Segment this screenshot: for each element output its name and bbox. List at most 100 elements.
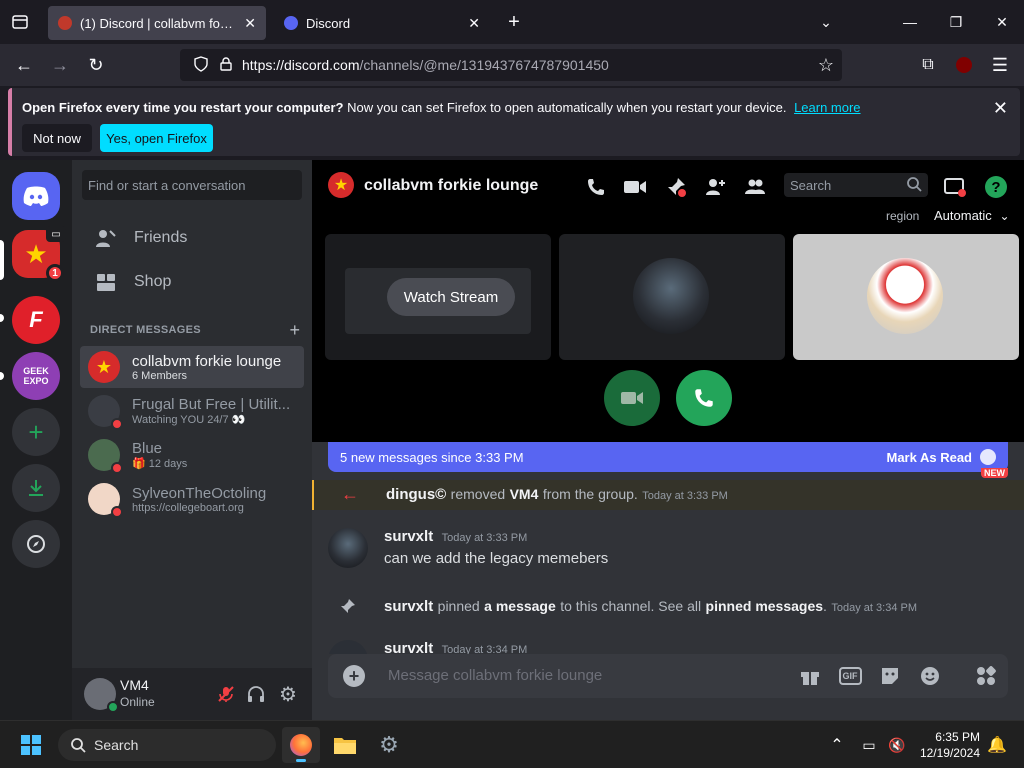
- tab-discord[interactable]: Discord ✕: [274, 6, 490, 40]
- dm-item-collabvm-forkie-lounge[interactable]: ★ collabvm forkie lounge 6 Members: [80, 346, 304, 388]
- find-conversation-input[interactable]: Find or start a conversation: [82, 170, 302, 200]
- tab-discord-lounge[interactable]: (1) Discord | collabvm forkie lounge ✕: [48, 6, 266, 40]
- participant-tile[interactable]: [559, 234, 785, 360]
- sticker-icon[interactable]: [878, 664, 902, 688]
- dm-subtitle: 6 Members: [132, 369, 188, 382]
- toggle-camera-button[interactable]: [604, 370, 660, 426]
- server-logo-icon: F: [29, 307, 43, 332]
- help-icon[interactable]: ?: [983, 174, 1009, 200]
- maximize-icon[interactable]: ❐: [944, 10, 968, 34]
- url-bar[interactable]: https://discord.com/channels/@me/1319437…: [180, 49, 842, 81]
- close-tab-icon[interactable]: ✕: [244, 15, 256, 32]
- avatar[interactable]: [328, 528, 368, 568]
- avatar[interactable]: [84, 678, 119, 713]
- learn-more-link[interactable]: Learn more: [794, 100, 860, 115]
- volume-muted-icon[interactable]: 🔇: [884, 727, 910, 763]
- search-input[interactable]: Search: [784, 173, 928, 197]
- discord-home-button[interactable]: [12, 172, 60, 220]
- voice-call-icon[interactable]: [583, 174, 609, 200]
- menu-icon[interactable]: ☰: [988, 53, 1012, 77]
- message-composer[interactable]: + Message collabvm forkie lounge GIF: [328, 654, 1008, 698]
- lock-icon[interactable]: [220, 56, 232, 74]
- list-all-tabs-icon[interactable]: [10, 12, 30, 32]
- system-target[interactable]: VM4: [510, 486, 539, 502]
- close-tab-icon[interactable]: ✕: [468, 15, 480, 32]
- close-infobar-icon[interactable]: ✕: [993, 98, 1008, 119]
- headphones-icon[interactable]: [244, 682, 268, 706]
- server-geek-expo[interactable]: GEEK EXPO: [12, 352, 60, 400]
- mark-read-icon: [980, 449, 996, 465]
- avatar: [867, 258, 943, 334]
- back-icon[interactable]: ←: [12, 53, 36, 77]
- region-select[interactable]: Automatic ⌄: [934, 208, 1010, 223]
- add-friends-to-dm-icon[interactable]: [702, 174, 728, 200]
- message-author[interactable]: survxlt: [384, 598, 433, 615]
- chevron-up-icon[interactable]: ⌃: [824, 727, 850, 763]
- new-messages-bar[interactable]: 5 new messages since 3:33 PM Mark As Rea…: [328, 442, 1008, 472]
- taskbar-search[interactable]: Search: [58, 729, 276, 761]
- avatar[interactable]: [328, 640, 368, 654]
- member-list-icon[interactable]: [742, 174, 768, 200]
- dm-name: Frugal But Free | Utilit...: [132, 396, 291, 413]
- message-link[interactable]: a message: [484, 598, 556, 614]
- url-path: /channels/@me/1319437674787901450: [359, 57, 609, 73]
- display-icon[interactable]: ▭: [856, 727, 882, 763]
- settings-taskbar-icon[interactable]: ⚙: [370, 727, 408, 763]
- stream-tile[interactable]: Watch Stream: [325, 234, 551, 360]
- chat-message: survxlt Today at 3:33 PM can we add the …: [312, 526, 1024, 578]
- main-content: ★ collabvm forkie lounge Search ? region…: [312, 160, 1024, 720]
- mark-as-read-button[interactable]: Mark As Read: [887, 450, 973, 465]
- message-author[interactable]: survxlt: [384, 528, 433, 545]
- sidebar-item-friends[interactable]: Friends: [80, 218, 304, 258]
- pinned-messages-link[interactable]: pinned messages: [706, 598, 824, 614]
- call-panel: ★ collabvm forkie lounge Search ? region…: [312, 160, 1024, 442]
- chevron-down-icon[interactable]: ⌄: [814, 10, 838, 34]
- gear-icon[interactable]: ⚙: [276, 682, 300, 706]
- explore-servers-button[interactable]: [12, 520, 60, 568]
- ublock-icon[interactable]: [952, 53, 976, 77]
- join-call-button[interactable]: [676, 370, 732, 426]
- server-red-logo[interactable]: F: [12, 296, 60, 344]
- server-collabvm-forkie-lounge[interactable]: ★ 1 ▭: [12, 226, 66, 282]
- apps-icon[interactable]: [974, 664, 998, 688]
- dm-item-blue[interactable]: Blue 🎁 12 days: [80, 434, 304, 476]
- download-apps-button[interactable]: [12, 464, 60, 512]
- infobar-message: Open Firefox every time you restart your…: [22, 100, 861, 115]
- not-now-button[interactable]: Not now: [22, 124, 92, 152]
- message-input[interactable]: Message collabvm forkie lounge: [388, 667, 602, 684]
- gift-icon[interactable]: [798, 664, 822, 688]
- yes-open-firefox-button[interactable]: Yes, open Firefox: [100, 124, 213, 152]
- add-server-button[interactable]: +: [12, 408, 60, 456]
- reload-icon[interactable]: ↻: [84, 53, 108, 77]
- taskbar-clock[interactable]: 6:35 PM 12/19/2024: [920, 729, 980, 761]
- unread-indicator: [0, 372, 4, 380]
- firefox-taskbar-icon[interactable]: [282, 727, 320, 763]
- emoji-icon[interactable]: [918, 664, 942, 688]
- gif-icon[interactable]: GIF: [838, 664, 862, 688]
- message-author[interactable]: dingus©: [386, 486, 446, 503]
- sidebar-item-shop[interactable]: Shop: [80, 262, 304, 302]
- message-timestamp: Today at 3:34 PM: [441, 644, 528, 654]
- participant-tile[interactable]: [793, 234, 1019, 360]
- message-author[interactable]: survxlt: [384, 640, 433, 654]
- mute-microphone-icon[interactable]: [214, 682, 238, 706]
- video-call-icon[interactable]: [622, 174, 648, 200]
- create-dm-button[interactable]: +: [289, 320, 300, 341]
- close-window-icon[interactable]: ✕: [990, 10, 1014, 34]
- system-message: survxlt pinned a message to this channel…: [312, 594, 1024, 620]
- dm-item-frugal-but-free[interactable]: Frugal But Free | Utilit... Watching YOU…: [80, 390, 304, 432]
- watch-stream-button[interactable]: Watch Stream: [387, 278, 515, 316]
- notification-bell-icon[interactable]: 🔔: [984, 727, 1010, 763]
- shield-icon[interactable]: [194, 55, 208, 75]
- windows-start-icon[interactable]: [12, 727, 50, 763]
- file-explorer-taskbar-icon[interactable]: [326, 727, 364, 763]
- minimize-icon[interactable]: —: [898, 10, 922, 34]
- pinned-messages-icon[interactable]: [663, 174, 689, 200]
- bookmark-star-icon[interactable]: ☆: [818, 55, 834, 76]
- extensions-icon[interactable]: ⧉: [916, 53, 940, 77]
- popout-icon[interactable]: [942, 174, 968, 200]
- new-tab-icon[interactable]: +: [502, 10, 526, 34]
- add-attachment-icon[interactable]: +: [342, 664, 366, 688]
- dm-item-sylveontheoctoling[interactable]: SylveonTheOctoling https://collegeboart.…: [80, 478, 304, 520]
- forward-icon[interactable]: →: [48, 53, 72, 77]
